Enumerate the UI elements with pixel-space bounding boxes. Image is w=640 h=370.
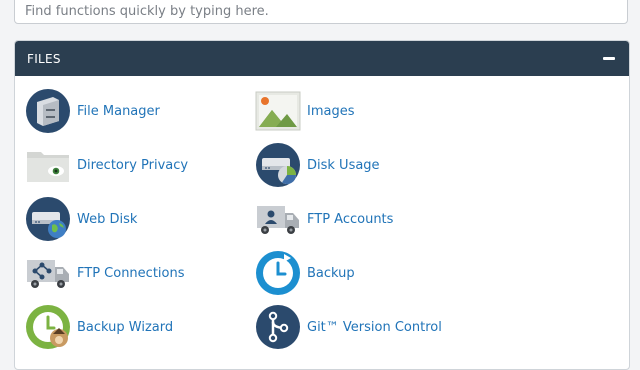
backup-link[interactable]: Backup [255,250,355,296]
disk-usage-icon [256,143,300,187]
item-label: File Manager [77,103,160,119]
item-label: Web Disk [77,211,138,227]
web-disk-link[interactable]: Web Disk [25,196,137,242]
ftp-connections-icon [27,260,69,288]
panel-title: FILES [27,51,61,66]
file-manager-icon [26,89,70,133]
directory-privacy-icon [27,152,69,182]
ftp-accounts-icon [257,206,299,234]
images-icon [255,91,301,131]
files-panel-header[interactable]: FILES [15,41,629,76]
collapse-icon[interactable] [603,57,615,60]
item-label: Images [307,103,355,119]
git-version-control-link[interactable]: Git™ Version Control [255,304,442,350]
files-panel: FILES File Manager Images Directory Priv… [14,40,630,370]
disk-usage-link[interactable]: Disk Usage [255,142,380,188]
backup-wizard-icon [26,305,70,349]
images-link[interactable]: Images [255,88,355,134]
item-label: Disk Usage [307,157,380,173]
git-version-control-icon [256,305,300,349]
ftp-connections-link[interactable]: FTP Connections [25,250,185,296]
item-label: Git™ Version Control [307,319,442,335]
item-label: FTP Connections [77,265,185,281]
search-input[interactable]: Find functions quickly by typing here. [14,0,628,24]
file-manager-link[interactable]: File Manager [25,88,160,134]
item-label: Backup Wizard [77,319,174,335]
ftp-accounts-link[interactable]: FTP Accounts [255,196,393,242]
item-label: Backup [307,265,355,281]
backup-icon [256,251,300,295]
item-label: Directory Privacy [77,157,189,173]
backup-wizard-link[interactable]: Backup Wizard [25,304,173,350]
item-label: FTP Accounts [307,211,394,227]
directory-privacy-link[interactable]: Directory Privacy [25,142,188,188]
web-disk-icon [26,197,70,241]
